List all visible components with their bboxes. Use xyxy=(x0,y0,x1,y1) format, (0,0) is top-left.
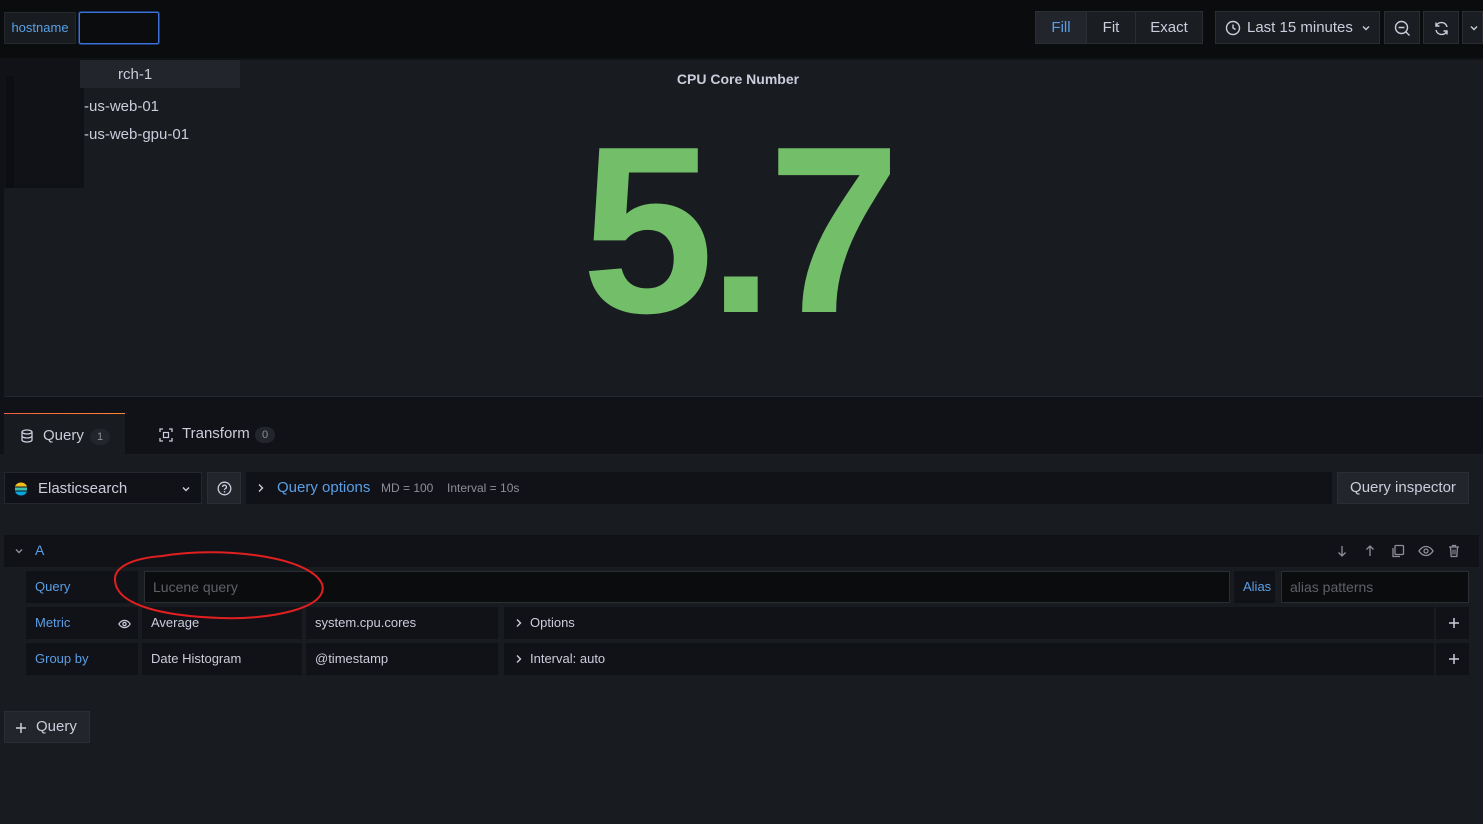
eye-icon[interactable] xyxy=(1418,545,1434,557)
refresh-button[interactable] xyxy=(1423,11,1459,44)
exact-button[interactable]: Exact xyxy=(1135,11,1203,44)
datasource-picker[interactable]: Elasticsearch xyxy=(4,472,202,504)
query-options-label[interactable]: Query options xyxy=(277,479,370,496)
interval-info: Interval = 10s xyxy=(447,481,520,495)
fill-button[interactable]: Fill xyxy=(1035,11,1087,44)
tab-transform[interactable]: Transform 0 xyxy=(150,414,280,454)
annotation-circle xyxy=(113,551,324,620)
dropdown-option[interactable]: rch-1 xyxy=(118,66,152,83)
metric-field-select[interactable]: system.cpu.cores xyxy=(306,607,498,639)
refresh-interval-dropdown[interactable] xyxy=(1462,11,1483,44)
groupby-interval-toggle[interactable]: Interval: auto xyxy=(504,643,1434,675)
add-query-button[interactable]: Query xyxy=(4,711,90,743)
elasticsearch-icon xyxy=(14,482,28,496)
metric-options-label: Options xyxy=(530,615,575,630)
move-up-icon[interactable] xyxy=(1364,544,1376,558)
tab-label: Query xyxy=(43,427,84,444)
metric-options-toggle[interactable]: Options xyxy=(504,607,1434,639)
hostname-variable-label: hostname xyxy=(4,12,76,44)
query-ref-id[interactable]: A xyxy=(35,542,44,558)
groupby-type-select[interactable]: Date Histogram xyxy=(142,643,302,675)
tab-query[interactable]: Query 1 xyxy=(4,414,125,454)
hostname-options-dropdown: rch-1 -us-web-01 -us-web-gpu-01 xyxy=(4,60,240,188)
zoom-out-button[interactable] xyxy=(1384,11,1420,44)
alias-input[interactable]: alias patterns xyxy=(1281,571,1469,603)
collapse-chevron-icon[interactable] xyxy=(14,546,24,556)
time-range-label: Last 15 minutes xyxy=(1247,19,1353,36)
tab-counter: 1 xyxy=(90,429,110,445)
add-query-label: Query xyxy=(36,718,77,735)
plus-icon xyxy=(1448,653,1460,665)
chevron-down-icon xyxy=(1361,23,1371,33)
chevron-right-icon xyxy=(257,483,265,493)
time-range-picker[interactable]: Last 15 minutes xyxy=(1215,11,1380,44)
chevron-right-icon xyxy=(515,654,523,664)
refresh-icon xyxy=(1433,20,1450,37)
fit-button[interactable]: Fit xyxy=(1086,11,1136,44)
question-circle-icon xyxy=(217,481,232,496)
move-down-icon[interactable] xyxy=(1336,544,1348,558)
datasource-name: Elasticsearch xyxy=(38,480,128,497)
max-data-points: MD = 100 xyxy=(381,481,434,495)
tab-counter: 0 xyxy=(255,427,275,443)
help-button[interactable] xyxy=(207,472,241,504)
tab-label: Transform xyxy=(182,425,250,442)
zoom-out-icon xyxy=(1394,20,1411,37)
trash-icon[interactable] xyxy=(1448,544,1460,558)
query-inspector-button[interactable]: Query inspector xyxy=(1337,472,1469,504)
hostname-variable-input[interactable] xyxy=(79,12,159,44)
transform-icon xyxy=(159,428,173,442)
groupby-label: Group by xyxy=(26,643,138,675)
dashboard-toolbar: hostname Fill Fit Exact Last 15 minutes xyxy=(0,0,1483,58)
query-options-bar[interactable]: Query options MD = 100 Interval = 10s xyxy=(246,472,1332,504)
duplicate-icon[interactable] xyxy=(1391,544,1405,558)
chevron-down-icon xyxy=(1469,23,1479,33)
alias-label: Alias xyxy=(1234,571,1275,603)
groupby-interval-label: Interval: auto xyxy=(530,651,606,666)
chevron-right-icon xyxy=(515,618,523,628)
chevron-down-icon xyxy=(181,484,191,494)
plus-icon xyxy=(15,722,27,734)
database-icon xyxy=(21,429,33,443)
add-groupby-button[interactable] xyxy=(1436,643,1469,675)
groupby-field-select[interactable]: @timestamp xyxy=(306,643,498,675)
dropdown-option[interactable]: -us-web-gpu-01 xyxy=(84,126,189,143)
dropdown-option[interactable]: -us-web-01 xyxy=(84,98,159,115)
plus-icon xyxy=(1448,617,1460,629)
add-metric-button[interactable] xyxy=(1436,607,1469,639)
query-editor: Elasticsearch Query options MD = 100 Int… xyxy=(0,454,1483,824)
editor-tabs: Query 1 Transform 0 xyxy=(0,398,1483,454)
groupby-row: Group by Date Histogram @timestamp Inter… xyxy=(26,643,1471,675)
clock-icon xyxy=(1225,20,1241,36)
